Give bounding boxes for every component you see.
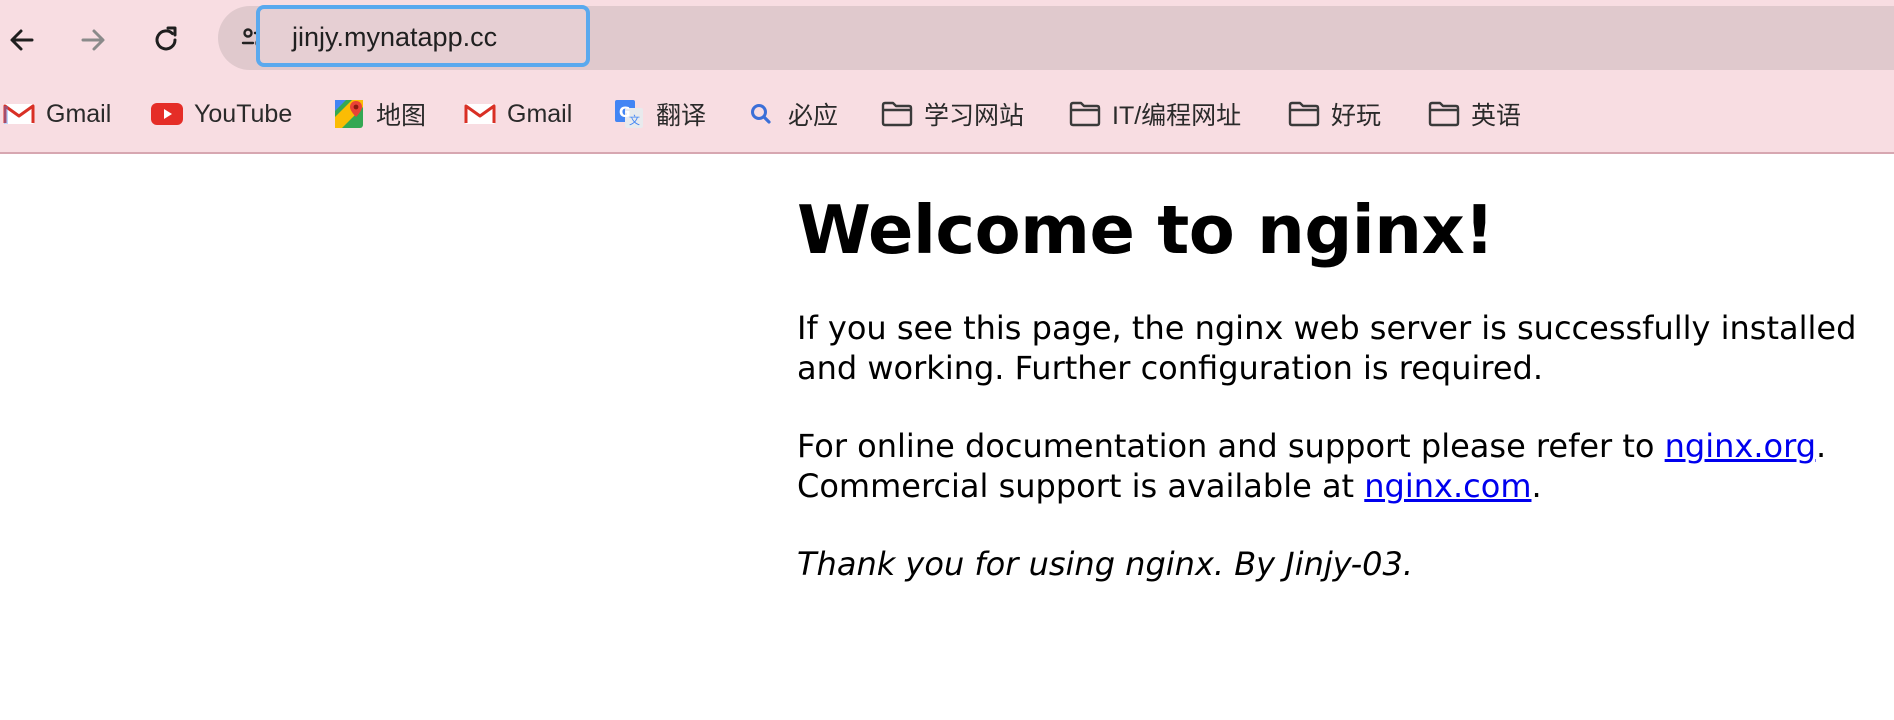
back-button[interactable] bbox=[0, 12, 50, 68]
support-paragraph: For online documentation and support ple… bbox=[797, 426, 1877, 506]
bookmark-maps[interactable]: 地图 bbox=[332, 94, 426, 134]
browser-window: jinjy.mynatapp.cc Gmail YouTube 地图 Gmail… bbox=[0, 0, 1894, 720]
bookmark-folder-english[interactable]: 英语 bbox=[1427, 94, 1521, 134]
bookmark-label: 好玩 bbox=[1331, 102, 1382, 130]
intro-paragraph: If you see this page, the nginx web serv… bbox=[797, 309, 1857, 388]
bookmark-folder-it[interactable]: IT/编程网址 bbox=[1068, 94, 1241, 134]
bookmark-gmail[interactable]: Gmail bbox=[463, 94, 572, 134]
bookmark-youtube[interactable]: YouTube bbox=[150, 94, 292, 134]
translate-icon: G 文 bbox=[612, 97, 646, 131]
bookmark-translate[interactable]: G 文 翻译 bbox=[612, 94, 706, 134]
bookmark-label: IT/编程网址 bbox=[1112, 102, 1242, 130]
bookmark-label: 翻译 bbox=[656, 102, 707, 130]
back-arrow-icon bbox=[10, 29, 34, 51]
page-content: Welcome to nginx! If you see this page, … bbox=[797, 190, 1877, 584]
address-bar[interactable]: jinjy.mynatapp.cc bbox=[218, 5, 1894, 70]
nginx-com-link[interactable]: nginx.com bbox=[1364, 467, 1531, 505]
bookmarks-bar: Gmail YouTube 地图 Gmail G 文 翻译 必应 学习网站 IT… bbox=[0, 80, 1894, 154]
support-text-mid: . bbox=[1816, 427, 1827, 466]
maps-icon bbox=[332, 97, 366, 131]
bookmark-folder-fun[interactable]: 好玩 bbox=[1287, 94, 1381, 134]
page-title: Welcome to nginx! bbox=[797, 191, 1495, 269]
svg-text:文: 文 bbox=[629, 113, 640, 127]
browser-toolbar: jinjy.mynatapp.cc bbox=[0, 0, 1894, 80]
search-icon bbox=[744, 97, 778, 131]
bookmark-label: Gmail bbox=[46, 99, 112, 128]
thanks-paragraph: Thank you for using nginx. By Jinjy-03. bbox=[797, 545, 1414, 584]
bookmark-label: 学习网站 bbox=[924, 102, 1025, 130]
commercial-text: Commercial support is available at bbox=[797, 467, 1365, 506]
reload-icon bbox=[155, 26, 177, 51]
gmail-icon bbox=[463, 97, 497, 131]
folder-icon bbox=[1068, 97, 1102, 131]
forward-arrow-icon bbox=[81, 29, 105, 51]
reload-button[interactable] bbox=[138, 12, 194, 68]
url-input[interactable]: jinjy.mynatapp.cc bbox=[256, 5, 590, 67]
gmail-icon bbox=[2, 97, 36, 131]
bookmark-bing[interactable]: 必应 bbox=[744, 94, 838, 134]
bookmark-label: 地图 bbox=[376, 102, 427, 130]
folder-icon bbox=[1427, 97, 1461, 131]
bookmark-label: Gmail bbox=[507, 99, 573, 128]
nginx-org-link[interactable]: nginx.org bbox=[1665, 427, 1816, 465]
support-text: For online documentation and support ple… bbox=[797, 427, 1665, 466]
bookmark-gmail[interactable]: Gmail bbox=[2, 94, 111, 134]
folder-icon bbox=[880, 97, 914, 131]
commercial-text-end: . bbox=[1531, 467, 1542, 506]
forward-button[interactable] bbox=[65, 12, 121, 68]
bookmark-label: 英语 bbox=[1471, 102, 1522, 130]
youtube-icon bbox=[150, 97, 184, 131]
folder-icon bbox=[1287, 97, 1321, 131]
bookmark-folder-study[interactable]: 学习网站 bbox=[880, 94, 1024, 134]
bookmark-label: YouTube bbox=[194, 99, 293, 128]
bookmark-label: 必应 bbox=[788, 102, 839, 130]
url-text: jinjy.mynatapp.cc bbox=[292, 22, 498, 52]
